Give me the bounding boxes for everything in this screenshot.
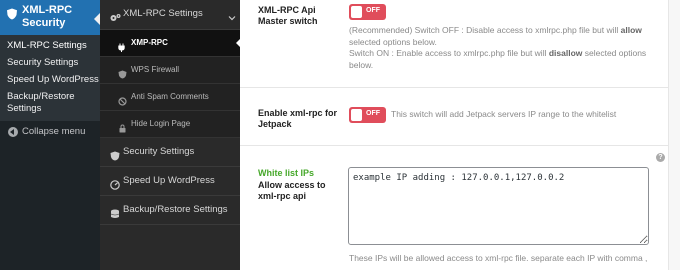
jetpack-section: Enable xml-rpc for Jetpack OFF This swit…	[240, 88, 668, 146]
nav-security-settings-label: Security Settings	[123, 146, 195, 157]
whitelist-label-line2: xml-rpc api	[258, 191, 307, 201]
nav-sub-wps-firewall[interactable]: WPS Firewall	[100, 57, 240, 84]
shield-icon	[110, 148, 120, 161]
nav-xmlrpc-settings-label: XML-RPC Settings	[123, 8, 203, 19]
nav-speed-up[interactable]: Speed Up WordPress	[100, 167, 240, 196]
master-switch-desc-line2: selected options below.	[349, 36, 437, 47]
master-switch-desc-line4: below.	[349, 59, 374, 70]
toggle-state: OFF	[366, 110, 380, 117]
nav-sub-hide-login[interactable]: Hide Login Page	[100, 111, 240, 138]
lock-icon	[118, 120, 127, 133]
nav-sub-xmp-rpc-label: XMP-RPC	[131, 38, 168, 47]
master-switch-label-line1: XML-RPC Api	[258, 5, 316, 15]
chevron-down-icon	[228, 9, 236, 21]
gears-icon	[110, 10, 121, 21]
help-icon[interactable]: ?	[656, 153, 665, 162]
database-icon	[110, 206, 120, 218]
shield-icon	[6, 7, 18, 20]
anti-spam-icon	[118, 93, 127, 106]
toggle-state: OFF	[366, 7, 380, 14]
nav-sub-wps-firewall-label: WPS Firewall	[131, 65, 180, 74]
settings-content: XML-RPC Api Master switch OFF (Recommend…	[240, 0, 680, 270]
master-switch-section: XML-RPC Api Master switch OFF (Recommend…	[240, 0, 668, 88]
plug-icon	[118, 39, 127, 52]
whitelist-label-line1: Allow access to	[258, 180, 326, 190]
nav-backup-restore[interactable]: Backup/Restore Settings	[100, 196, 240, 225]
nav-speed-up-label: Speed Up WordPress	[123, 175, 215, 186]
whitelist-description: These IPs will be allowed access to xml-…	[349, 253, 648, 263]
master-switch-desc-line1: (Recommended) Switch OFF : Disable acces…	[349, 25, 642, 35]
collapse-icon	[8, 127, 18, 137]
master-switch-desc-line3: Switch ON : Enable access to xmlrpc.php …	[349, 48, 647, 58]
wp-admin-sidebar: XML-RPC Security XML-RPC Settings Securi…	[0, 0, 101, 270]
wp-submenu-speed-up[interactable]: Speed Up WordPress	[7, 74, 99, 86]
wp-menu-label: XML-RPC Security	[22, 4, 73, 29]
toggle-knob	[351, 6, 362, 18]
wp-menu-xmlrpc-security[interactable]: XML-RPC Security	[0, 0, 101, 35]
collapse-menu-button[interactable]: Collapse menu	[0, 121, 100, 143]
nav-sub-hide-login-label: Hide Login Page	[131, 119, 191, 128]
wp-submenu-backup-restore[interactable]: Backup/Restore Settings	[7, 91, 97, 115]
plugin-nav: XML-RPC Settings XMP-RPC WPS Firewall An…	[100, 0, 240, 270]
whitelist-title: White list IPs	[258, 168, 315, 178]
jetpack-description: This switch will add Jetpack servers IP …	[391, 109, 617, 119]
master-switch-label-line2: Master switch	[258, 16, 318, 26]
scrollbar[interactable]	[668, 0, 680, 270]
nav-xmlrpc-settings[interactable]: XML-RPC Settings	[100, 0, 240, 30]
nav-sub-anti-spam-label: Anti Spam Comments	[131, 92, 209, 101]
toggle-knob	[351, 109, 362, 121]
speedometer-icon	[110, 177, 120, 190]
jetpack-label-line1: Enable xml-rpc for	[258, 108, 338, 118]
nav-backup-restore-label: Backup/Restore Settings	[123, 204, 228, 215]
nav-sub-anti-spam[interactable]: Anti Spam Comments	[100, 84, 240, 111]
wp-submenu-xmlrpc-settings[interactable]: XML-RPC Settings	[7, 40, 87, 52]
master-switch-description: (Recommended) Switch OFF : Disable acces…	[349, 25, 654, 71]
whitelist-ips-textarea[interactable]: example IP adding : 127.0.0.1,127.0.0.2	[348, 167, 649, 245]
master-switch-toggle[interactable]: OFF	[349, 4, 386, 20]
collapse-menu-label: Collapse menu	[22, 126, 86, 137]
wp-submenu: XML-RPC Settings Security Settings Speed…	[0, 35, 100, 121]
jetpack-label-line2: Jetpack	[258, 119, 292, 129]
nav-security-settings[interactable]: Security Settings	[100, 138, 240, 167]
wp-submenu-security-settings[interactable]: Security Settings	[7, 57, 78, 69]
jetpack-toggle[interactable]: OFF	[349, 107, 386, 123]
firewall-icon	[118, 66, 127, 79]
nav-sub-xmp-rpc[interactable]: XMP-RPC	[100, 30, 240, 57]
